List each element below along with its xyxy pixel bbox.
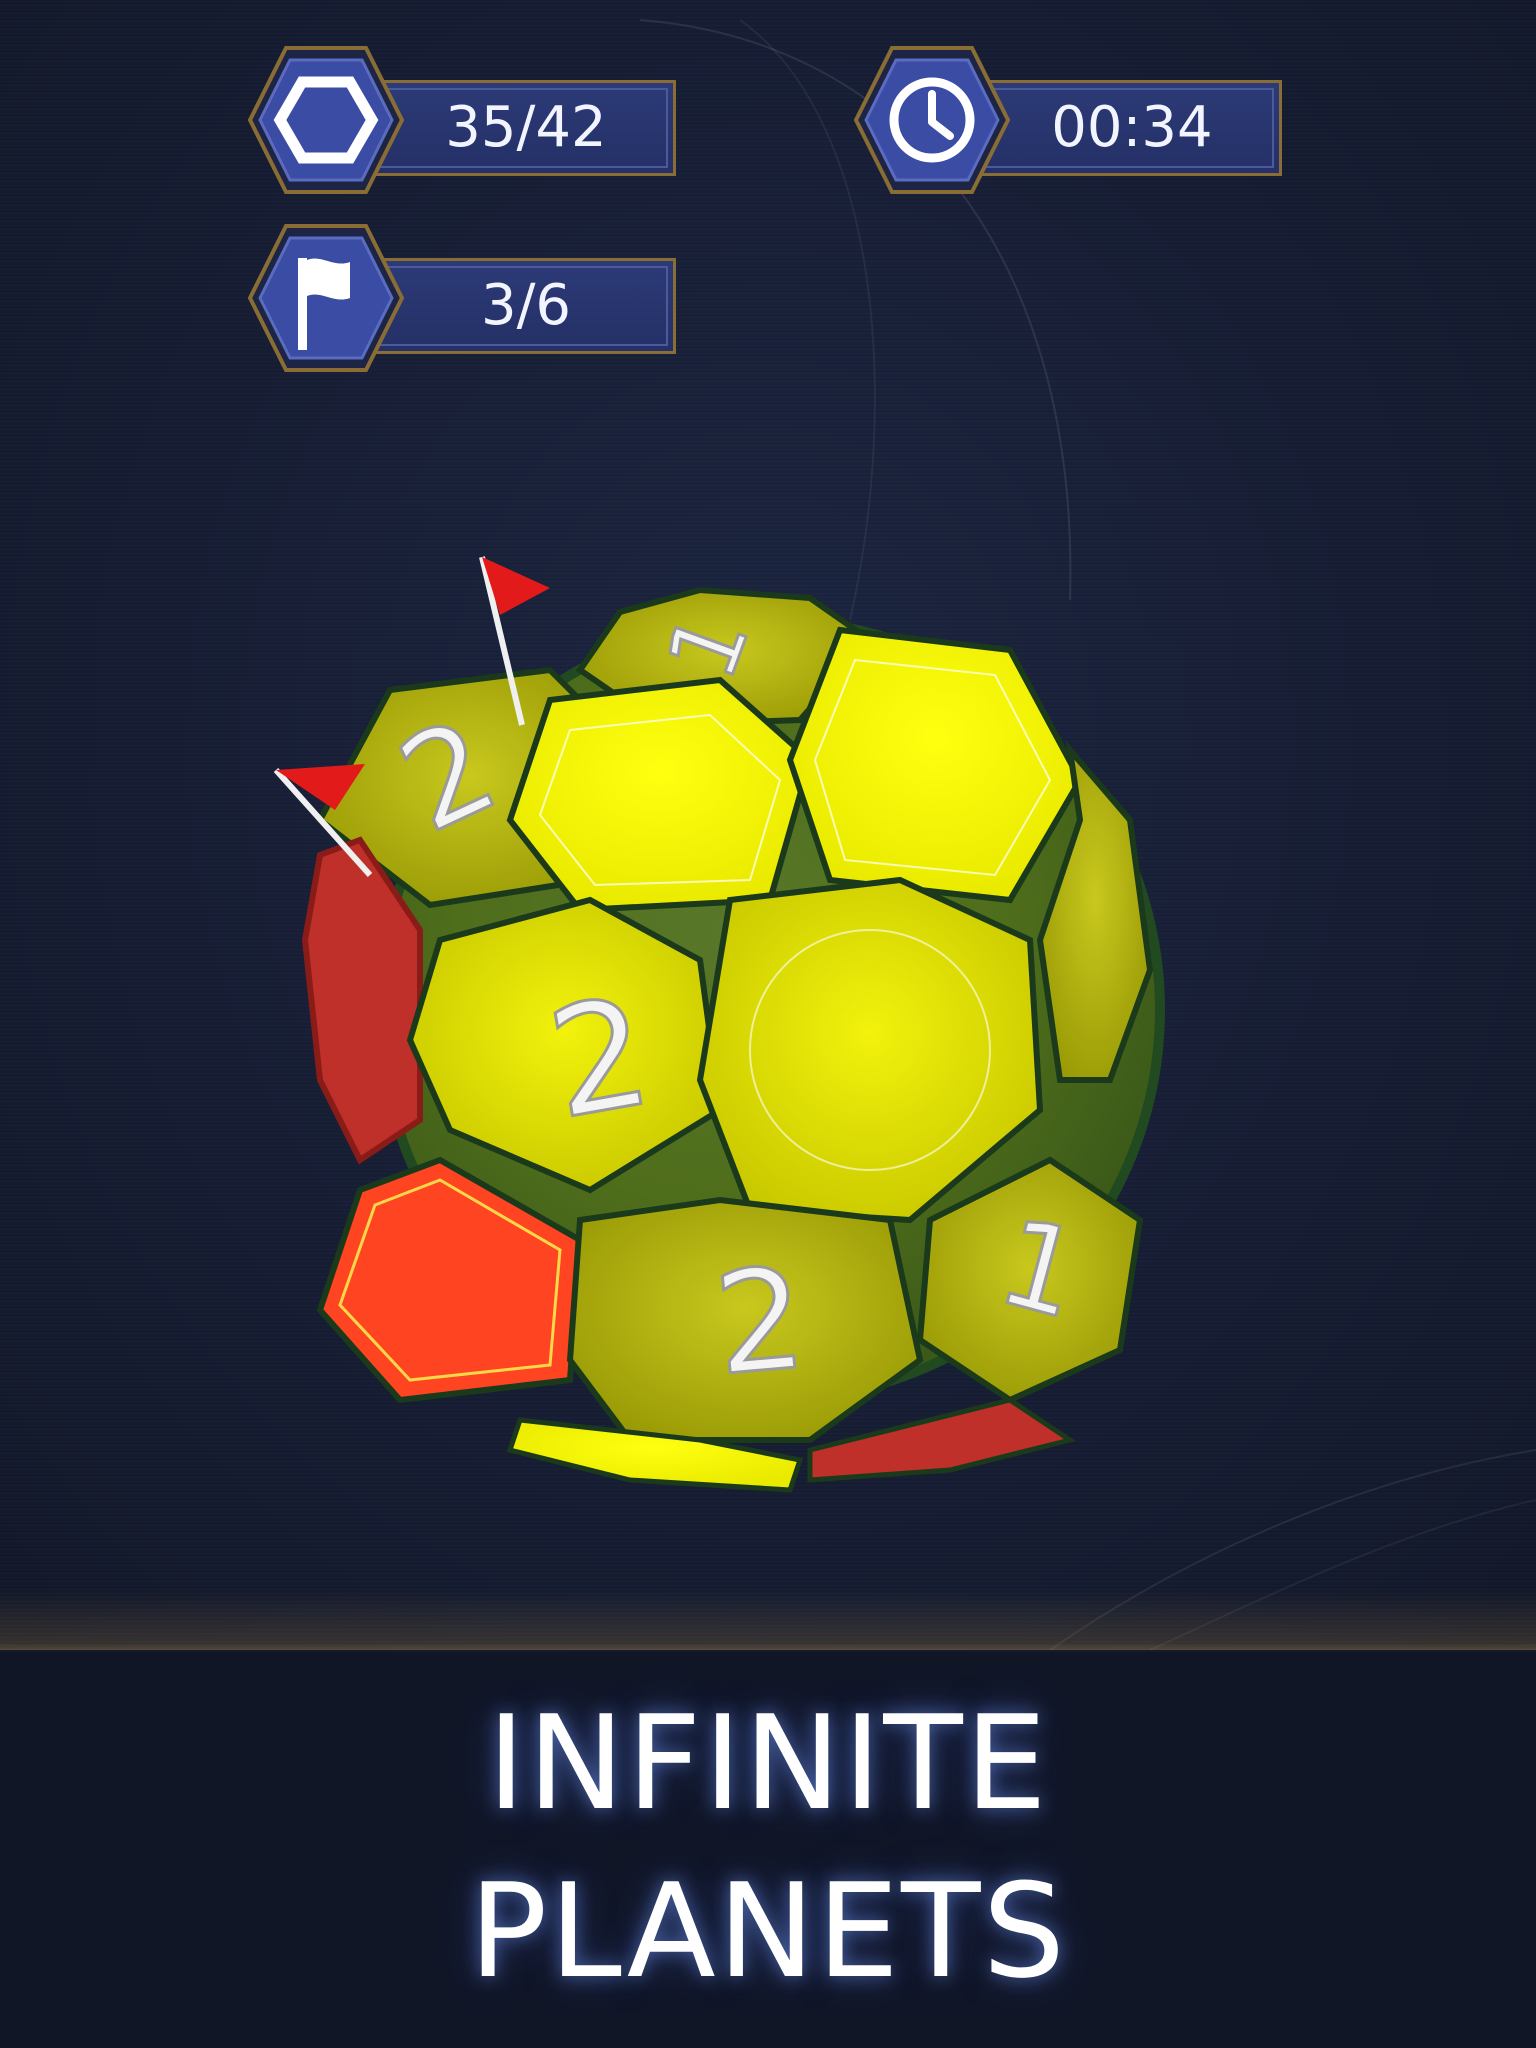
- tile-upper-right[interactable]: [786, 626, 1084, 904]
- clock-icon: [853, 46, 1011, 194]
- tile-number: 2: [709, 1237, 812, 1407]
- flag-icon: [247, 224, 405, 372]
- horizon-glow: [0, 1590, 1536, 1650]
- timer-counter: 00:34: [852, 40, 1302, 194]
- banner-title-line1: INFINITE: [487, 1687, 1049, 1839]
- flags-counter: 3/6: [246, 218, 696, 372]
- banner-title-line2: PLANETS: [468, 1855, 1068, 2007]
- hexagon-icon: [247, 46, 405, 194]
- hex-planet[interactable]: 1 2 2 2 1: [250, 520, 1250, 1520]
- blocks-counter: 35/42: [246, 40, 696, 194]
